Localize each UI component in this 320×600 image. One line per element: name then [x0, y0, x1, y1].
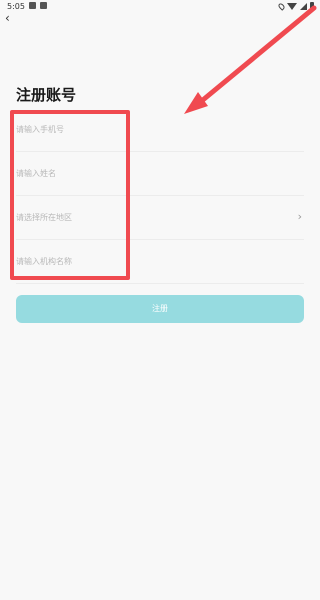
name-input[interactable] [16, 169, 276, 178]
chevron-right-icon: › [297, 210, 302, 223]
battery-icon [310, 2, 314, 10]
wifi-icon [287, 2, 297, 10]
register-button[interactable]: 注册 [16, 295, 304, 323]
app-notification-icon [40, 2, 47, 9]
phone-row [16, 108, 304, 152]
status-bar: 5:05 [0, 0, 320, 14]
organization-row [16, 240, 304, 284]
page-title: 注册账号 [16, 86, 77, 104]
chevron-left-icon: ‹ [5, 11, 10, 25]
registration-form: 请选择所在地区 › [16, 108, 304, 284]
region-select[interactable]: 请选择所在地区 › [16, 196, 304, 240]
region-placeholder: 请选择所在地区 [16, 213, 72, 222]
image-notification-icon [29, 2, 36, 9]
signal-icon [300, 2, 307, 10]
system-icons [277, 1, 314, 11]
notification-icons [29, 2, 47, 9]
organization-input[interactable] [16, 257, 276, 266]
back-button[interactable]: ‹ [5, 12, 17, 24]
phone-input[interactable] [16, 125, 276, 134]
status-time: 5:05 [7, 2, 25, 11]
name-row [16, 152, 304, 196]
location-icon [277, 1, 286, 11]
